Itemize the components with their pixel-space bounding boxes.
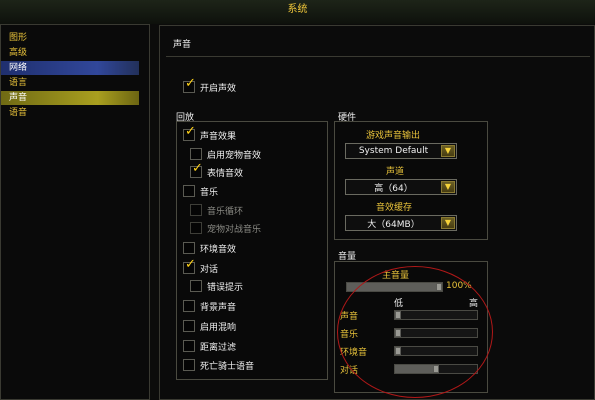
sound-output-dropdown-button[interactable]: ▼ <box>441 145 455 157</box>
master-volume-label: 主音量 <box>382 271 410 281</box>
background-sound-checkbox[interactable] <box>183 300 195 312</box>
playback-item-error-speech[interactable]: 错误提示 <box>190 279 243 293</box>
sound-cache-value: 大（64MB） <box>367 219 420 230</box>
sound-cache-label: 音效缓存 <box>376 203 413 213</box>
loop-music-label: 音乐循环 <box>207 206 244 217</box>
loop-music-checkbox <box>190 204 202 216</box>
channels-label: 声道 <box>386 167 405 177</box>
playback-item-dialog[interactable]: ✓ 对话 <box>183 258 219 275</box>
dialog-volume-slider[interactable] <box>394 364 478 374</box>
playback-item-pet-sounds[interactable]: 启用宠物音效 <box>190 147 261 161</box>
menu-item-sound[interactable]: 声音 <box>1 91 139 105</box>
emote-sounds-label: 表情音效 <box>207 168 244 179</box>
music-volume-thumb[interactable] <box>395 329 401 337</box>
checkmark-icon: ✓ <box>192 161 203 176</box>
reverb-checkbox[interactable] <box>183 320 195 332</box>
playback-item-emote-sounds[interactable]: ✓ 表情音效 <box>190 162 244 179</box>
menu-item-network[interactable]: 网络 <box>1 61 139 75</box>
chevron-down-icon: ▼ <box>444 218 452 227</box>
ambience-label: 环境音效 <box>200 244 237 255</box>
chevron-down-icon: ▼ <box>444 182 452 191</box>
dialog-volume-thumb[interactable] <box>433 365 439 373</box>
sound-effects-checkbox[interactable]: ✓ <box>183 125 196 141</box>
death-knight-voice-label: 死亡骑士语音 <box>200 361 255 372</box>
dialog-volume-label: 对话 <box>340 366 359 376</box>
dialog-label: 对话 <box>200 264 219 275</box>
emote-sounds-checkbox[interactable]: ✓ <box>190 162 203 178</box>
checkmark-icon: ✓ <box>185 76 196 91</box>
enable-sound-label: 开启声效 <box>200 83 237 94</box>
sound-volume-label: 声音 <box>340 312 359 322</box>
sound-cache-dropdown[interactable]: 大（64MB） ▼ <box>345 215 457 231</box>
death-knight-voice-checkbox[interactable] <box>183 359 195 371</box>
music-label: 音乐 <box>200 187 219 198</box>
playback-item-ambience[interactable]: 环境音效 <box>183 241 236 255</box>
playback-item-pet-battle-music: 宠物对战音乐 <box>190 221 261 235</box>
sound-volume-thumb[interactable] <box>395 311 401 319</box>
ambience-checkbox[interactable] <box>183 242 195 254</box>
channels-value: 高（64） <box>374 183 413 194</box>
music-volume-label: 音乐 <box>340 330 359 340</box>
master-volume-thumb[interactable] <box>436 283 442 291</box>
pet-battle-music-label: 宠物对战音乐 <box>207 224 262 235</box>
ambience-volume-slider[interactable] <box>394 346 478 356</box>
distance-filter-label: 距离过滤 <box>200 342 237 353</box>
sound-output-dropdown[interactable]: System Default ▼ <box>345 143 457 159</box>
playback-item-background-sound[interactable]: 背景声音 <box>183 299 236 313</box>
pet-sounds-checkbox[interactable] <box>190 148 202 160</box>
menu-item-language[interactable]: 语言 <box>1 76 139 90</box>
ambience-volume-thumb[interactable] <box>395 347 401 355</box>
ambience-volume-label: 环境音 <box>340 348 368 358</box>
menu-item-voice[interactable]: 语音 <box>1 106 139 120</box>
sound-cache-dropdown-button[interactable]: ▼ <box>441 217 455 229</box>
section-divider <box>166 56 590 57</box>
enable-sound-checkbox[interactable]: ✓ <box>183 77 196 93</box>
sound-effects-label: 声音效果 <box>200 131 237 142</box>
menu-item-advanced[interactable]: 高级 <box>1 46 139 60</box>
dialog-checkbox[interactable]: ✓ <box>183 258 196 274</box>
sound-output-label: 游戏声音输出 <box>366 131 421 141</box>
category-menu: 图形 高级 网络 语言 声音 语音 <box>0 24 150 400</box>
reverb-label: 启用混响 <box>200 322 237 333</box>
playback-item-sound-effects[interactable]: ✓ 声音效果 <box>183 125 237 142</box>
channels-dropdown-button[interactable]: ▼ <box>441 181 455 193</box>
volume-low-label: 低 <box>394 299 404 309</box>
enable-sound-row[interactable]: ✓ 开启声效 <box>183 77 237 94</box>
window-title: 系统 <box>287 4 308 15</box>
master-volume-slider[interactable] <box>346 282 443 292</box>
error-speech-label: 错误提示 <box>207 282 244 293</box>
master-volume-fill <box>347 283 442 291</box>
checkmark-icon: ✓ <box>185 257 196 272</box>
channels-dropdown[interactable]: 高（64） ▼ <box>345 179 457 195</box>
pet-sounds-label: 启用宠物音效 <box>207 150 262 161</box>
checkmark-icon: ✓ <box>185 124 196 139</box>
master-volume-value: 100% <box>446 281 472 291</box>
music-checkbox[interactable] <box>183 185 195 197</box>
music-volume-slider[interactable] <box>394 328 478 338</box>
sound-output-value: System Default <box>358 146 429 156</box>
playback-item-reverb[interactable]: 启用混响 <box>183 319 236 333</box>
background-sound-label: 背景声音 <box>200 302 237 313</box>
sound-section-title: 声音 <box>173 40 192 50</box>
sound-volume-slider[interactable] <box>394 310 478 320</box>
error-speech-checkbox[interactable] <box>190 280 202 292</box>
menu-item-graphics[interactable]: 图形 <box>1 31 139 45</box>
chevron-down-icon: ▼ <box>444 146 452 155</box>
playback-item-distance-filter[interactable]: 距离过滤 <box>183 339 236 353</box>
pet-battle-music-checkbox <box>190 222 202 234</box>
playback-item-death-knight-voice[interactable]: 死亡骑士语音 <box>183 358 254 372</box>
playback-item-loop-music: 音乐循环 <box>190 203 243 217</box>
playback-item-music[interactable]: 音乐 <box>183 184 218 198</box>
distance-filter-checkbox[interactable] <box>183 340 195 352</box>
volume-high-label: 高 <box>469 299 479 309</box>
